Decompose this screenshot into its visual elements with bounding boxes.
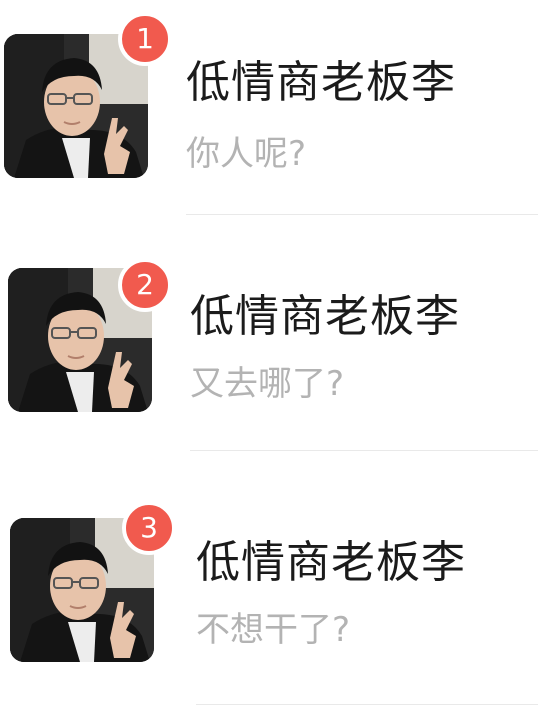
- unread-count-badge: 2: [118, 258, 172, 312]
- chat-list-item[interactable]: 3 低情商老板李 不想干了?: [0, 478, 538, 714]
- divider: [196, 704, 538, 705]
- contact-name: 低情商老板李: [196, 537, 466, 588]
- divider: [186, 214, 538, 215]
- divider: [190, 450, 538, 451]
- last-message: 你人呢?: [186, 134, 307, 174]
- chat-list: 1 低情商老板李 你人呢? 2 低情商老板李 又去哪了? 3 低情商老板李 不想…: [0, 0, 538, 718]
- last-message: 又去哪了?: [190, 364, 345, 404]
- contact-name: 低情商老板李: [190, 291, 460, 342]
- unread-count-badge: 3: [122, 501, 176, 555]
- last-message: 不想干了?: [196, 610, 351, 650]
- contact-name: 低情商老板李: [186, 57, 456, 108]
- unread-count-badge: 1: [118, 12, 172, 66]
- chat-list-item[interactable]: 2 低情商老板李 又去哪了?: [0, 236, 538, 472]
- chat-list-item[interactable]: 1 低情商老板李 你人呢?: [0, 0, 538, 236]
